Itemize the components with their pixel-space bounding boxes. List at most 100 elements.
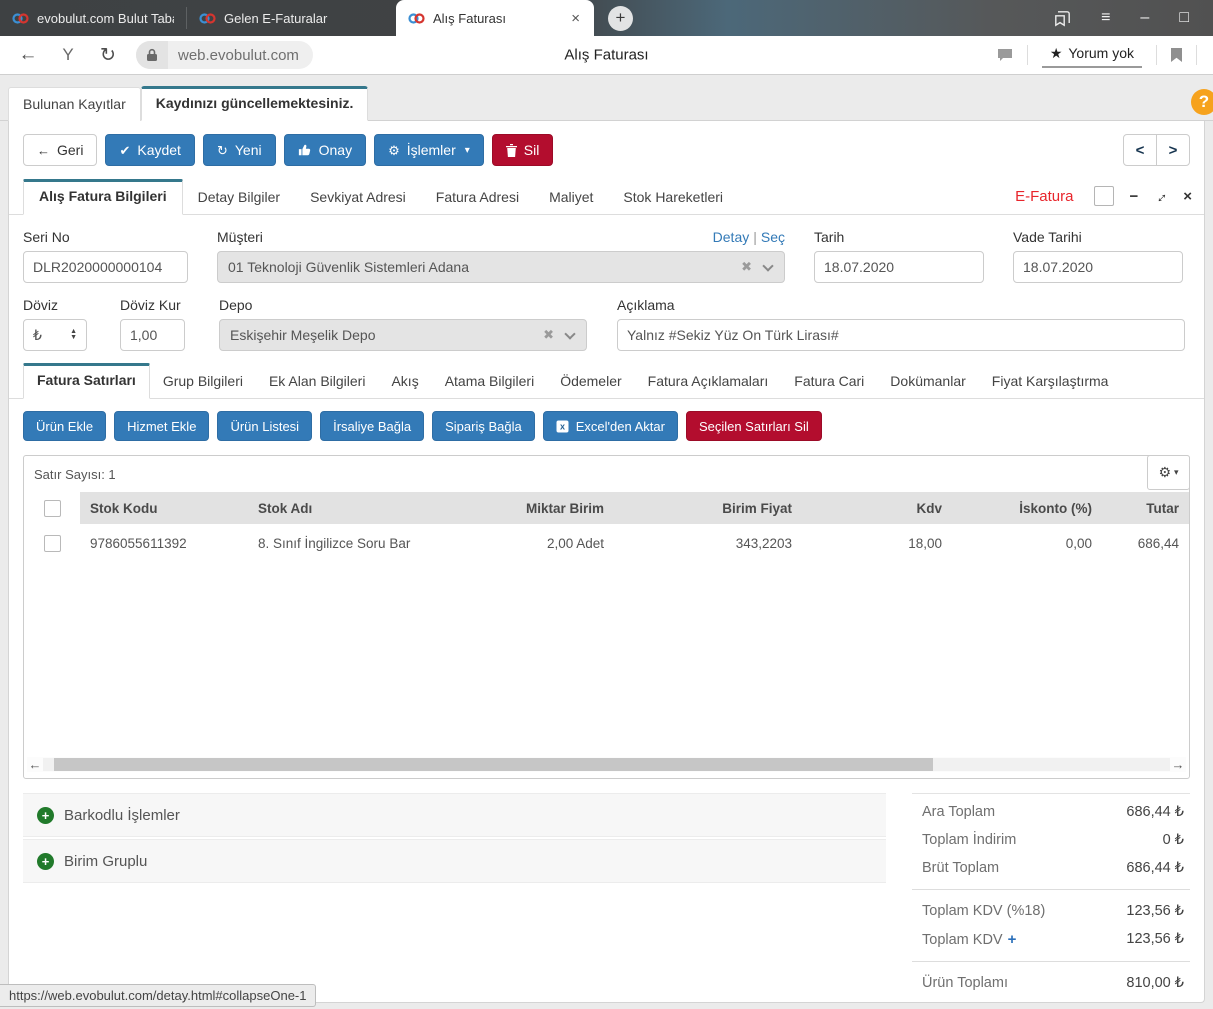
total-toplam-indirim: Toplam İndirim0 ₺ [912, 826, 1190, 854]
horizontal-scrollbar[interactable]: ← → [27, 757, 1186, 772]
col-stok-kodu[interactable]: Stok Kodu [80, 492, 248, 524]
tab-odemeler[interactable]: Ödemeler [547, 364, 634, 399]
birim-gruplu-section[interactable]: + Birim Gruplu [23, 839, 886, 883]
bookmark-icon[interactable] [1171, 48, 1182, 62]
actions-button[interactable]: ⚙ İşlemler ▾ [374, 134, 484, 166]
tab-akis[interactable]: Akış [378, 364, 431, 399]
panel-minimize-icon[interactable]: − [1129, 189, 1138, 204]
next-record-button[interactable]: > [1156, 134, 1190, 166]
col-stok-adi[interactable]: Stok Adı [248, 492, 466, 524]
comment-icon[interactable] [997, 48, 1013, 62]
sec-link[interactable]: Seç [761, 229, 785, 245]
urun-ekle-button[interactable]: Ürün Ekle [23, 411, 106, 441]
tab-detay-bilgiler[interactable]: Detay Bilgiler [183, 180, 295, 215]
scroll-left-icon[interactable]: ← [27, 757, 43, 772]
browser-tab-2[interactable]: Gelen E-Faturalar [187, 0, 392, 36]
vade-tarihi-input[interactable] [1013, 251, 1183, 283]
tab-fatura-aciklamalari[interactable]: Fatura Açıklamaları [635, 364, 782, 399]
siparis-bagla-button[interactable]: Sipariş Bağla [432, 411, 535, 441]
hizmet-ekle-button[interactable]: Hizmet Ekle [114, 411, 209, 441]
tab-fatura-adresi[interactable]: Fatura Adresi [421, 180, 534, 215]
col-kdv[interactable]: Kdv [802, 492, 952, 524]
musteri-select[interactable]: 01 Teknoloji Güvenlik Sistemleri Adana ✖ [217, 251, 785, 283]
scrollbar-track[interactable] [43, 758, 1170, 771]
maximize-icon[interactable]: □ [1179, 10, 1189, 26]
irsaliye-bagla-button[interactable]: İrsaliye Bağla [320, 411, 424, 441]
collections-icon[interactable] [1054, 10, 1071, 27]
chevron-down-icon[interactable] [762, 260, 773, 271]
cell-miktar-birim: 2,00 Adet [466, 524, 614, 563]
star-icon: ★ [1050, 45, 1063, 62]
save-button[interactable]: ✔ Kaydet [105, 134, 195, 166]
tab-fatura-cari[interactable]: Fatura Cari [781, 364, 877, 399]
panel-close-icon[interactable]: × [1183, 189, 1192, 204]
tab-maliyet[interactable]: Maliyet [534, 180, 608, 215]
tab-fatura-satirlari[interactable]: Fatura Satırları [23, 363, 150, 399]
prev-record-button[interactable]: < [1123, 134, 1157, 166]
tab-atama-bilgileri[interactable]: Atama Bilgileri [432, 364, 547, 399]
tab-close-icon[interactable]: × [569, 10, 582, 27]
barkodlu-islemler-section[interactable]: + Barkodlu İşlemler [23, 793, 886, 837]
excel-aktar-button[interactable]: x Excel'den Aktar [543, 411, 678, 441]
row-checkbox[interactable] [44, 535, 61, 552]
plus-icon[interactable]: + [1008, 931, 1017, 948]
tab-fiyat-karsilastirma[interactable]: Fiyat Karşılaştırma [979, 364, 1122, 399]
browser-tab-1[interactable]: evobulut.com Bulut Tabanlı [0, 0, 186, 36]
forward-icon[interactable]: Y [56, 45, 80, 65]
address-bar: ← Y ↻ web.evobulut.com Alış Faturası ★ Y… [0, 36, 1213, 75]
divider [912, 961, 1190, 962]
delete-button[interactable]: Sil [492, 134, 554, 166]
divider [1027, 45, 1028, 65]
doviz-select[interactable]: ₺ ▲▼ [23, 319, 87, 351]
back-icon[interactable]: ← [16, 44, 40, 66]
grid-settings-button[interactable]: ⚙▾ [1147, 455, 1190, 490]
col-iskonto[interactable]: İskonto (%) [952, 492, 1102, 524]
cell-stok-adi: 8. Sınıf İngilizce Soru Bar [248, 524, 466, 563]
clear-icon[interactable]: ✖ [543, 327, 554, 343]
tarih-input[interactable] [814, 251, 984, 283]
browser-tab-active[interactable]: Alış Faturası × [396, 0, 594, 36]
spinner-icon[interactable]: ▲▼ [70, 329, 77, 342]
browser-tab-title: evobulut.com Bulut Tabanlı [37, 11, 174, 26]
minimize-icon[interactable]: – [1140, 10, 1149, 26]
col-birim-fiyat[interactable]: Birim Fiyat [614, 492, 802, 524]
doviz-kur-input[interactable] [120, 319, 185, 351]
scrollbar-thumb[interactable] [54, 758, 933, 771]
tab-dokumanlar[interactable]: Dokümanlar [877, 364, 978, 399]
tab-bulunan-kayitlar[interactable]: Bulunan Kayıtlar [8, 87, 141, 121]
table-row[interactable]: 9786055611392 8. Sınıf İngilizce Soru Ba… [24, 524, 1189, 563]
select-all-checkbox[interactable] [44, 500, 61, 517]
seri-no-input[interactable] [23, 251, 188, 283]
review-status[interactable]: ★ Yorum yok [1042, 43, 1142, 68]
col-tutar[interactable]: Tutar [1102, 492, 1189, 524]
efatura-checkbox[interactable] [1094, 186, 1114, 206]
aciklama-input[interactable] [617, 319, 1185, 351]
url-pill[interactable]: web.evobulut.com [136, 41, 313, 69]
depo-select[interactable]: Eskişehir Meşelik Depo ✖ [219, 319, 587, 351]
tab-grup-bilgileri[interactable]: Grup Bilgileri [150, 364, 256, 399]
new-tab-button[interactable]: + [608, 6, 633, 31]
clear-icon[interactable]: ✖ [741, 259, 752, 275]
tab-kayit-guncelleme[interactable]: Kaydınızı güncellemektesiniz. [141, 86, 369, 121]
new-button[interactable]: ↻ Yeni [203, 134, 276, 166]
detay-link[interactable]: Detay [713, 229, 750, 245]
secilen-satirlari-sil-button[interactable]: Seçilen Satırları Sil [686, 411, 822, 441]
panel-expand-icon[interactable]: ↔ [1150, 185, 1171, 206]
back-button[interactable]: ← Geri [23, 134, 97, 166]
tab-ek-alan-bilgileri[interactable]: Ek Alan Bilgileri [256, 364, 379, 399]
tab-stok-hareketleri[interactable]: Stok Hareketleri [608, 180, 738, 215]
approve-button[interactable]: Onay [284, 134, 366, 166]
refresh-icon[interactable]: ↻ [96, 44, 120, 67]
screen: evobulut.com Bulut Tabanlı Gelen E-Fatur… [0, 0, 1213, 1009]
urun-listesi-button[interactable]: Ürün Listesi [217, 411, 312, 441]
collapse-sections: + Barkodlu İşlemler + Birim Gruplu [23, 793, 886, 997]
doviz-kur-label: Döviz Kur [120, 297, 185, 313]
caret-down-icon: ▾ [1174, 467, 1179, 478]
chevron-down-icon[interactable] [564, 328, 575, 339]
help-icon[interactable]: ? [1191, 89, 1213, 115]
tab-sevkiyat-adresi[interactable]: Sevkiyat Adresi [295, 180, 421, 215]
tab-alis-fatura-bilgileri[interactable]: Alış Fatura Bilgileri [23, 179, 183, 215]
col-miktar-birim[interactable]: Miktar Birim [466, 492, 614, 524]
menu-icon[interactable]: ≡ [1101, 10, 1110, 26]
scroll-right-icon[interactable]: → [1170, 757, 1186, 772]
